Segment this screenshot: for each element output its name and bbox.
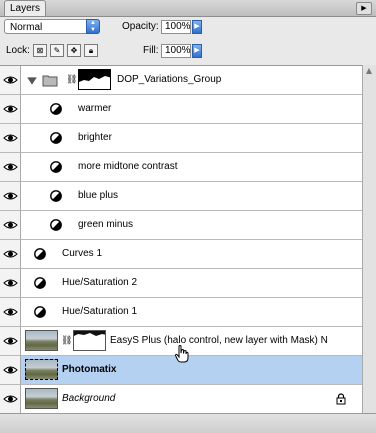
- adjustment-layer-icon: [50, 132, 62, 144]
- visibility-eye-icon[interactable]: [0, 327, 21, 355]
- lock-icon: [336, 393, 346, 405]
- adjustment-layer-icon: [50, 190, 62, 202]
- adjustment-layer-icon: [34, 277, 46, 289]
- scroll-up-arrow-icon[interactable]: [365, 67, 373, 75]
- adjustment-layer-icon: [50, 103, 62, 115]
- lock-transparent-icon[interactable]: ⊠: [33, 44, 47, 57]
- layers-scrollbar[interactable]: [362, 65, 376, 413]
- layer-row[interactable]: blue plus: [0, 182, 362, 211]
- fill-label: Fill:: [143, 45, 159, 56]
- layer-row[interactable]: more midtone contrast: [0, 153, 362, 182]
- layer-name: Curves 1: [62, 248, 103, 259]
- layer-name: brighter: [78, 132, 112, 143]
- group-mask-thumbnail[interactable]: [78, 69, 111, 90]
- mask-link-chain-icon[interactable]: ⛓: [66, 74, 77, 85]
- visibility-eye-icon[interactable]: [0, 240, 21, 268]
- lock-position-move-icon[interactable]: ✥: [67, 44, 81, 57]
- layer-name: blue plus: [78, 190, 119, 201]
- lock-all-icon[interactable]: 🔒︎: [84, 44, 98, 57]
- visibility-eye-icon[interactable]: [0, 95, 21, 123]
- layers-bottom-bar: [0, 413, 376, 433]
- visibility-eye-icon[interactable]: [0, 66, 21, 94]
- layer-row[interactable]: green minus: [0, 211, 362, 240]
- tab-layers[interactable]: Layers: [4, 0, 46, 16]
- visibility-eye-icon[interactable]: [0, 298, 21, 326]
- visibility-eye-icon[interactable]: [0, 385, 21, 413]
- layer-name: more midtone contrast: [78, 161, 178, 172]
- layer-row[interactable]: Hue/Saturation 1: [0, 298, 362, 327]
- layer-mask-thumbnail[interactable]: [73, 330, 106, 351]
- panel-tab-bar: Layers ▶: [0, 0, 376, 17]
- folder-icon: [42, 75, 58, 87]
- opacity-label: Opacity:: [122, 21, 159, 32]
- lock-label: Lock:: [6, 45, 30, 56]
- adjustment-layer-icon: [50, 219, 62, 231]
- blend-mode-select[interactable]: Normal ▲ ▼: [4, 19, 100, 34]
- opacity-field[interactable]: 100%: [161, 20, 191, 34]
- layer-name: Background: [62, 393, 116, 404]
- layer-name: Photomatix: [62, 364, 117, 375]
- mask-link-chain-icon[interactable]: ⛓: [61, 335, 72, 346]
- layer-thumbnail[interactable]: [25, 388, 58, 409]
- layer-name: Hue/Saturation 1: [62, 306, 138, 317]
- fill-slider-arrow-icon[interactable]: ▶: [192, 44, 202, 58]
- layer-row[interactable]: Hue/Saturation 2: [0, 269, 362, 298]
- fill-field[interactable]: 100%: [161, 44, 191, 58]
- layer-row[interactable]: Curves 1: [0, 240, 362, 269]
- layer-name: warmer: [78, 103, 112, 114]
- layer-row[interactable]: warmer: [0, 95, 362, 124]
- visibility-eye-icon[interactable]: [0, 211, 21, 239]
- lock-image-brush-icon[interactable]: ✎: [50, 44, 64, 57]
- layer-name: green minus: [78, 219, 134, 230]
- visibility-eye-icon[interactable]: [0, 356, 21, 384]
- adjustment-layer-icon: [50, 161, 62, 173]
- layer-row-group[interactable]: ⛓ DOP_Variations_Group: [0, 66, 362, 95]
- hand-cursor-icon: [174, 345, 189, 363]
- blend-mode-value: Normal: [10, 22, 43, 33]
- opacity-slider-arrow-icon[interactable]: ▶: [192, 20, 202, 34]
- layer-options: Normal ▲ ▼ Opacity: 100% ▶ Lock: ⊠ ✎ ✥ 🔒︎…: [0, 17, 376, 65]
- visibility-eye-icon[interactable]: [0, 124, 21, 152]
- layer-name: DOP_Variations_Group: [117, 74, 222, 85]
- layer-thumbnail[interactable]: [25, 359, 58, 380]
- visibility-eye-icon[interactable]: [0, 269, 21, 297]
- updown-arrow-icon[interactable]: ▲ ▼: [86, 19, 100, 34]
- layer-name: EasyS Plus (halo control, new layer with…: [110, 335, 328, 346]
- layer-row[interactable]: brighter: [0, 124, 362, 153]
- layer-row-background[interactable]: Background: [0, 385, 362, 414]
- panel-menu-icon[interactable]: ▶: [356, 2, 372, 15]
- visibility-eye-icon[interactable]: [0, 182, 21, 210]
- layer-name: Hue/Saturation 2: [62, 277, 138, 288]
- visibility-eye-icon[interactable]: [0, 153, 21, 181]
- adjustment-layer-icon: [34, 306, 46, 318]
- adjustment-layer-icon: [34, 248, 46, 260]
- layer-thumbnail[interactable]: [25, 330, 58, 351]
- disclosure-triangle-icon[interactable]: [26, 75, 38, 87]
